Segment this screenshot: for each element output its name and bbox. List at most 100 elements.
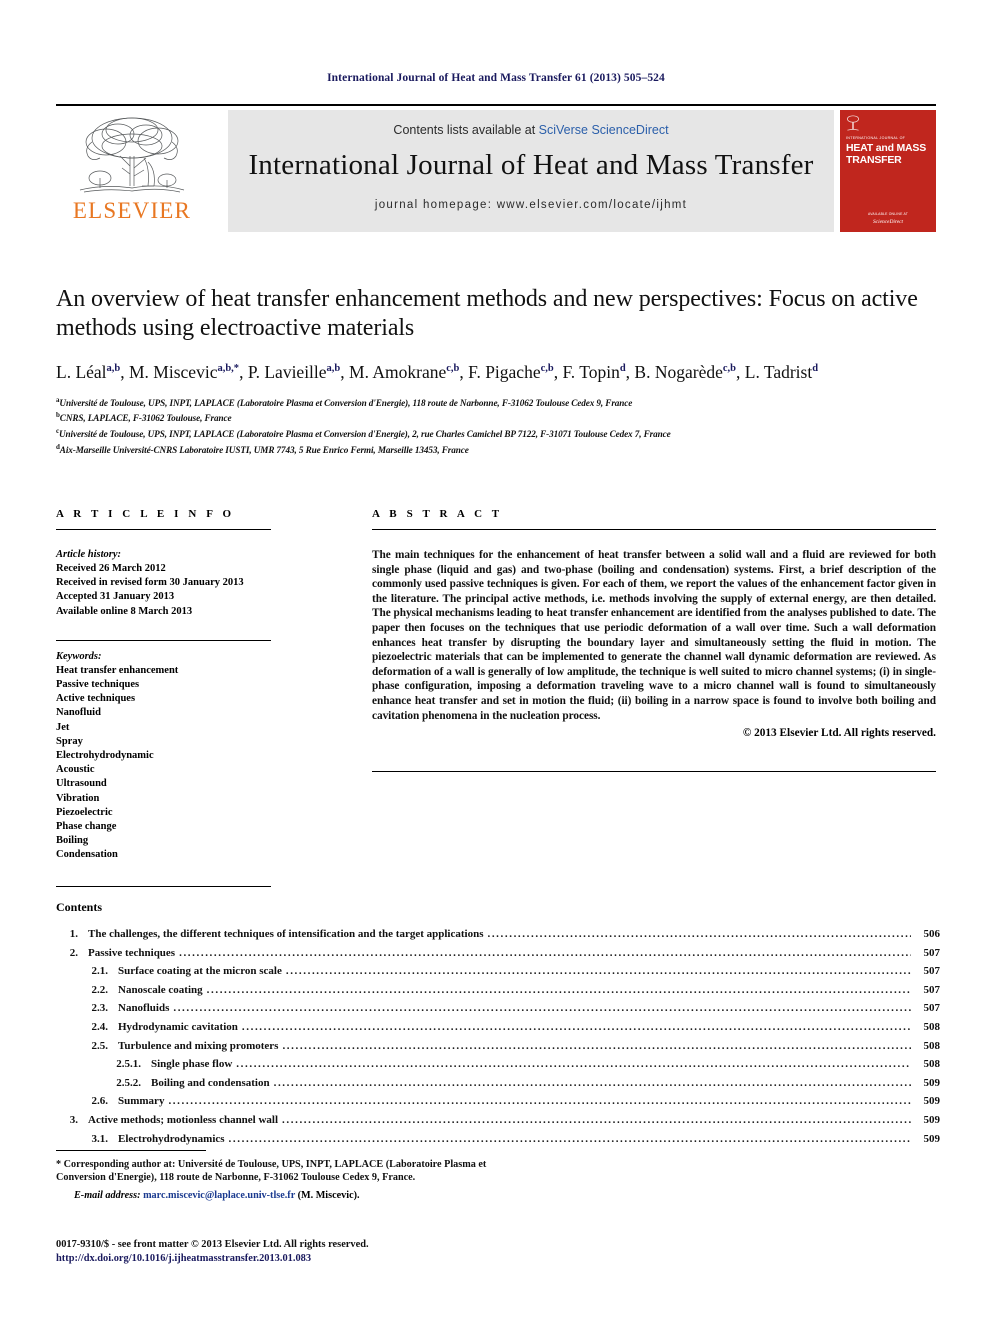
toc-entry[interactable]: 3. Active methods; motionless channel wal… (56, 1111, 940, 1130)
toc-dot-leader: ........................................… (487, 928, 911, 940)
toc-entry[interactable]: 2.2. Nanoscale coating...................… (56, 981, 941, 1000)
toc-entry[interactable]: 2.5.1. Single phase flow.................… (56, 1055, 940, 1074)
toc-entry[interactable]: 2.3. Nanofluids..........................… (56, 999, 941, 1018)
toc-entry-page: 506 (923, 928, 941, 940)
footnote-rule (56, 1150, 206, 1151)
elsevier-logo: ELSEVIER (56, 112, 208, 230)
affiliation-line: dAix-Marseille Université-CNRS Laboratoi… (56, 442, 469, 455)
toc-entry-title: Boiling and condensation (151, 1076, 270, 1089)
abstract-column: A B S T R A C T The main techniques for … (372, 508, 936, 773)
toc-entry-page: 509 (923, 1132, 941, 1145)
toc-entry[interactable]: 1. The challenges, the different techniqu… (56, 925, 940, 944)
cover-subtitle: INTERNATIONAL JOURNAL OF (846, 136, 906, 140)
keyword-item: Ultrasound (56, 778, 107, 790)
author-name: B. Nogarède (634, 361, 723, 382)
journal-homepage-link[interactable]: journal homepage: www.elsevier.com/locat… (228, 199, 834, 211)
toc-entry-page: 507 (923, 983, 941, 996)
abstract-text: The main techniques for the enhancement … (372, 549, 936, 722)
toc-entry[interactable]: 3.1. Electrohydrodynamics................… (56, 1130, 941, 1149)
toc-entry-number: 2.3. (91, 1002, 109, 1015)
toc-dot-leader: ........................................… (241, 1020, 911, 1033)
keyword-item: Spray (56, 735, 83, 747)
toc-dot-leader: ........................................… (285, 965, 911, 978)
article-info-heading: A R T I C L E I N F O (56, 508, 235, 520)
contents-prefix: Contents lists available at (393, 123, 539, 137)
toc-dot-leader: ........................................… (236, 1058, 911, 1071)
toc-entry-number: 2.4. (91, 1020, 109, 1033)
article-history-item: Received 26 March 2012 (56, 563, 166, 574)
author-affiliation-mark: a,b,* (217, 363, 240, 374)
journal-masthead: ELSEVIER Contents lists available at Sci… (56, 104, 936, 232)
article-info-rule-bottom (56, 885, 271, 887)
keywords-label: Keywords: (56, 650, 102, 662)
cover-title-line1: HEAT and MASS (846, 142, 927, 154)
affiliation-mark: d (56, 442, 60, 451)
toc-entry[interactable]: 2. Passive techniques....................… (56, 944, 940, 963)
author-affiliation-mark: c,b (722, 363, 736, 374)
author-affiliation-mark: a,b (326, 363, 341, 374)
author-affiliation-mark: d (812, 363, 819, 374)
toc-entry-page: 509 (923, 1076, 941, 1089)
author-affiliation-mark: c,b (540, 363, 554, 374)
toc-entry-number: 2.5. (91, 1039, 109, 1052)
toc-dot-leader: ........................................… (228, 1132, 911, 1145)
toc-dot-leader: ........................................… (206, 983, 911, 996)
toc-dot-leader: ........................................… (173, 1002, 911, 1015)
author-name: F. Topin (562, 361, 620, 382)
affiliation-mark: b (56, 411, 60, 420)
doi-link[interactable]: http://dx.doi.org/10.1016/j.ijheatmasstr… (56, 1252, 556, 1266)
article-info-rule-top (56, 529, 271, 530)
toc-dot-leader: ........................................… (282, 1039, 911, 1052)
footnote-block: * Corresponding author at: Université de… (56, 1150, 496, 1202)
toc-entry[interactable]: 2.4. Hydrodynamic cavitation.............… (56, 1018, 941, 1037)
toc-entry-title: Hydrodynamic cavitation (118, 1020, 238, 1033)
toc-entry[interactable]: 2.1. Surface coating at the micron scale.… (56, 962, 941, 981)
article-history-item: Received in revised form 30 January 2013 (56, 577, 244, 589)
toc-entry[interactable]: 2.6. Summary.............................… (56, 1092, 941, 1111)
keyword-item: Condensation (56, 849, 118, 861)
running-head: International Journal of Heat and Mass T… (327, 72, 665, 84)
affiliation-line: bCNRS, LAPLACE, F-31062 Toulouse, France (56, 411, 232, 424)
toc-entry-page: 507 (923, 1002, 941, 1015)
toc-entry-page: 509 (923, 1113, 941, 1126)
sciencedirect-link[interactable]: SciVerse ScienceDirect (539, 123, 669, 137)
toc-entry-number: 2.5.1. (116, 1058, 141, 1071)
affiliation-line: aUniversité de Toulouse, UPS, INPT, LAPL… (56, 395, 633, 408)
toc-entry-number: 2. (69, 946, 78, 959)
corresponding-author-note: * Corresponding author at: Université de… (56, 1159, 487, 1184)
affiliation-mark: a (56, 395, 60, 404)
author-name: F. Pigache (468, 361, 541, 382)
affiliation-mark: c (56, 427, 60, 436)
toc-dot-leader: ........................................… (282, 1113, 911, 1126)
toc-entry-title: Summary (118, 1095, 165, 1108)
author-name: L. Léal (56, 361, 107, 382)
toc-dot-leader: ........................................… (273, 1076, 911, 1089)
elsevier-wordmark: ELSEVIER (72, 198, 192, 223)
toc-entry-number: 2.2. (91, 983, 109, 996)
email-link[interactable]: marc.miscevic@laplace.univ-tlse.fr (143, 1190, 295, 1201)
article-history-item: Accepted 31 January 2013 (56, 591, 175, 603)
toc-entry-title: The challenges, the different techniques… (88, 928, 484, 940)
toc-entry-title: Nanoscale coating (118, 983, 203, 996)
affiliation-line: cUniversité de Toulouse, UPS, INPT, LAPL… (56, 427, 671, 440)
abstract-rule-top (372, 529, 936, 530)
toc-entry[interactable]: 2.5. Turbulence and mixing promoters.....… (56, 1037, 941, 1056)
toc-entry-number: 2.6. (91, 1095, 109, 1108)
toc-entry-number: 3. (69, 1113, 78, 1126)
toc-entry[interactable]: 2.5.2. Boiling and condensation..........… (56, 1074, 940, 1093)
author-list: L. Léala,b, M. Miscevica,b,*, P. Lavieil… (56, 361, 819, 382)
toc-entry-title: Turbulence and mixing promoters (118, 1039, 279, 1052)
keyword-item: Nanofluid (56, 707, 101, 719)
toc-entry-title: Electrohydrodynamics (118, 1132, 225, 1145)
keywords-lines: Heat transfer enhancement Passive techniq… (56, 664, 271, 863)
keywords-block: Keywords: Heat transfer enhancement Passi… (56, 650, 271, 863)
toc-entry-title: Surface coating at the micron scale (118, 965, 282, 978)
contents-heading: Contents (56, 900, 103, 914)
journal-title: International Journal of Heat and Mass T… (248, 149, 814, 181)
keyword-item: Heat transfer enhancement (56, 664, 179, 676)
paper-page: International Journal of Heat and Mass T… (0, 0, 992, 1323)
email-owner: (M. Miscevic). (297, 1189, 360, 1201)
cover-elsevier-tree-icon (847, 115, 859, 131)
toc-entry-number: 2.1. (91, 965, 109, 978)
toc-dot-leader: ........................................… (179, 946, 911, 959)
